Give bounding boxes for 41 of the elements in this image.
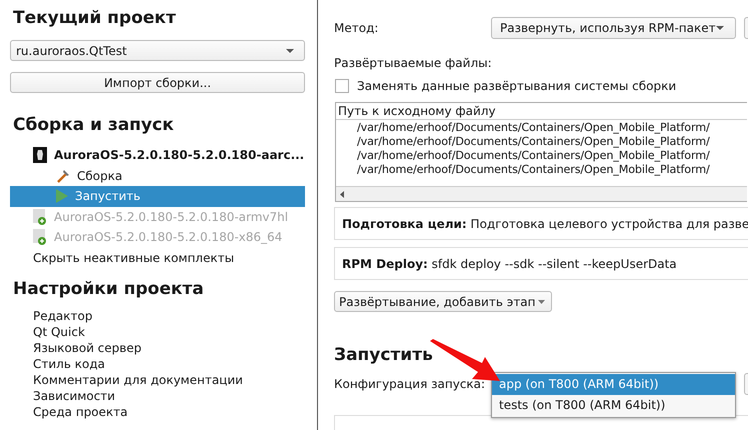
device-add-icon bbox=[33, 229, 49, 246]
caret-icon bbox=[286, 48, 294, 52]
caret-icon bbox=[538, 300, 545, 304]
hammer-icon bbox=[55, 168, 71, 184]
device-icon bbox=[33, 147, 47, 164]
tree-item[interactable]: Запустить bbox=[10, 186, 305, 206]
import-button[interactable]: Импорт сборки... bbox=[10, 72, 305, 93]
play-icon bbox=[55, 188, 69, 204]
section-title: Настройки проекта bbox=[13, 279, 204, 299]
checkbox-label: Заменять данные развёртывания системы сборки bbox=[357, 79, 676, 93]
method-dropdown[interactable]: Развернуть, используя RPM-пакет bbox=[491, 17, 736, 39]
tree-item[interactable]: Сборка bbox=[10, 166, 305, 186]
project-dropdown[interactable]: ru.auroraos.QtTest bbox=[10, 40, 305, 61]
table-cell-text: /var/home/erhoof/Documents/Containers/Open_Mobile_Platform/ bbox=[357, 149, 711, 163]
section-title: Текущий проект bbox=[13, 8, 176, 28]
checkbox[interactable] bbox=[335, 79, 349, 93]
step-summary: RPM Deploy: sfdk deploy --sdk --silent --keepUserData bbox=[342, 256, 677, 270]
settings-item[interactable]: Зависимости bbox=[33, 388, 317, 404]
kit-item[interactable]: AuroraOS-5.2.0.180-5.2.0.180-aarc... bbox=[54, 148, 304, 162]
settings-item[interactable]: Редактор bbox=[33, 308, 317, 324]
table-cell-text: /var/home/erhoof/Documents/Containers/Open_Mobile_Platform/ bbox=[357, 121, 711, 135]
field-label: Метод: bbox=[334, 21, 380, 35]
field-label: Развёртываемые файлы: bbox=[334, 56, 493, 70]
settings-item[interactable]: Стиль кода bbox=[33, 356, 317, 372]
table-cell-text: /var/home/erhoof/Documents/Containers/Open_Mobile_Platform/ bbox=[357, 163, 711, 177]
settings-item[interactable]: Qt Quick bbox=[33, 324, 317, 340]
settings-item[interactable]: Языковой сервер bbox=[33, 340, 317, 356]
add-step-button[interactable]: Развёртывание, добавить этап bbox=[334, 291, 552, 312]
section-title: Запустить bbox=[334, 345, 433, 365]
table-cell-text: /var/home/erhoof/Documents/Containers/Open_Mobile_Platform/ bbox=[357, 135, 711, 149]
scrollbar[interactable] bbox=[336, 186, 747, 201]
column-header: Путь к исходному файлу bbox=[338, 104, 496, 118]
field-label: Конфигурация запуска: bbox=[334, 377, 486, 391]
dropdown-option[interactable]: app (on T800 (ARM 64bit)) bbox=[492, 374, 735, 395]
settings-item[interactable]: Среда проекта bbox=[33, 404, 317, 420]
device-add-icon bbox=[33, 208, 49, 225]
section-title: Сборка и запуск bbox=[13, 115, 174, 135]
settings-item[interactable]: Комментарии для документации bbox=[33, 372, 317, 388]
left-arrow-icon bbox=[340, 190, 344, 198]
dropdown-option[interactable]: tests (on T800 (ARM 64bit)) bbox=[492, 395, 735, 416]
caret-icon bbox=[716, 26, 724, 30]
